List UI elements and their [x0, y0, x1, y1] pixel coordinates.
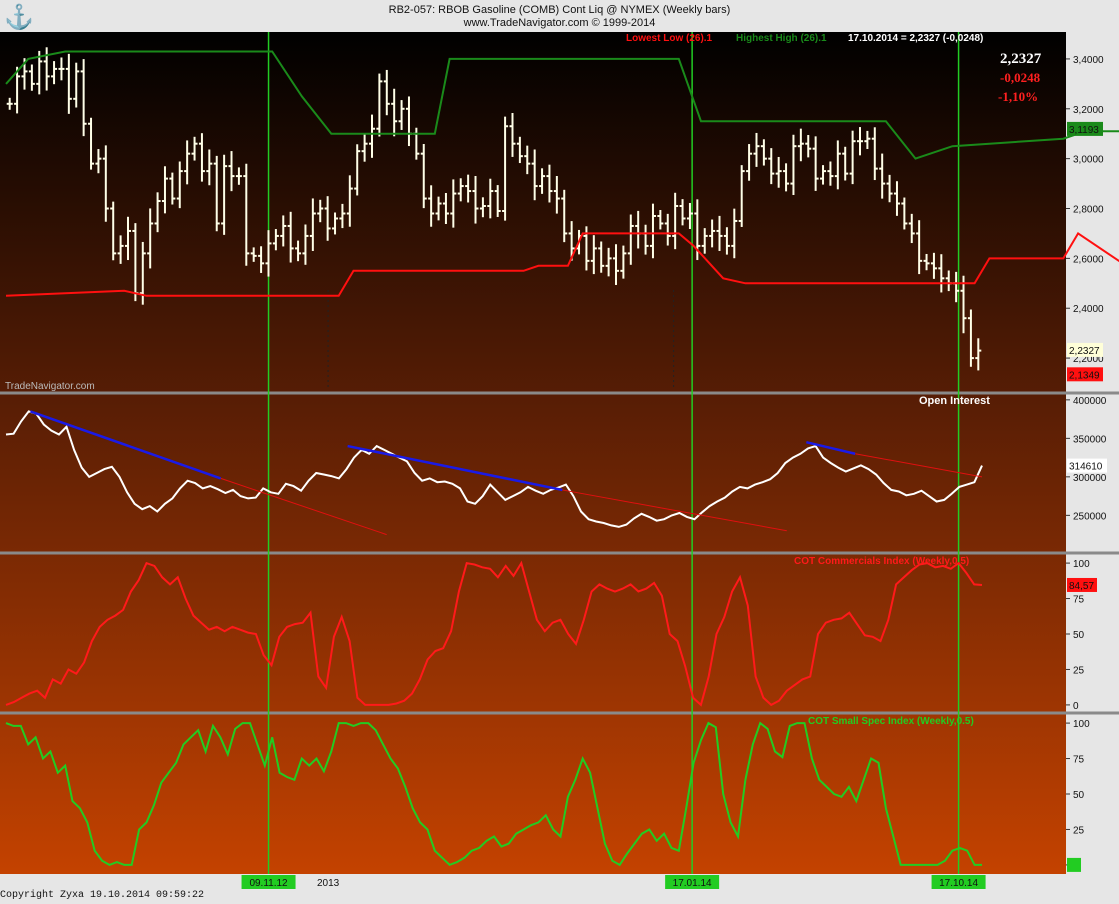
chart-svg: 3,40003,20003,00002,80002,60002,40002,20…	[0, 32, 1119, 904]
time-axis-label: 09.11.12	[249, 878, 288, 889]
cot-commercials-tick-label: 0	[1073, 701, 1079, 712]
time-axis-label: 17.10.14	[939, 878, 978, 889]
legend-highest-high: Highest High (26).1	[736, 33, 827, 44]
oi-last-tag: 314610	[1069, 462, 1103, 473]
cot-commercials-tick-label: 100	[1073, 559, 1090, 570]
cot-commercials-tick-label: 75	[1073, 595, 1085, 606]
cot-small-spec-tick-label: 50	[1073, 790, 1085, 801]
price-tick-label: 2,6000	[1073, 254, 1104, 265]
open-interest-tick-label: 400000	[1073, 396, 1107, 407]
price-tick-label: 2,4000	[1073, 304, 1104, 315]
legend-lowest-low: Lowest Low (26).1	[626, 33, 713, 44]
open-interest-tick-label: 350000	[1073, 434, 1107, 445]
cot-commercials-tick-label: 25	[1073, 665, 1085, 676]
cot-small-spec-tick-label: 25	[1073, 825, 1085, 836]
chart-window: { "header": { "title": "RB2-057: RBOB Ga…	[0, 0, 1119, 904]
time-axis-label: 2013	[317, 878, 340, 889]
plot-background	[0, 32, 1066, 874]
cot-small-spec-tick-label: 100	[1073, 719, 1090, 730]
open-interest-tick-label: 250000	[1073, 511, 1107, 522]
cot-comm-last-tag: 84,57	[1069, 581, 1094, 592]
price-tick-label: 2,8000	[1073, 205, 1104, 216]
last-price-tag: 2,2327	[1069, 346, 1100, 357]
lowest-low-tag: 2,1349	[1069, 370, 1100, 381]
cot-commercials-tick-label: 50	[1073, 630, 1085, 641]
cot-spec-last-tag-bg	[1067, 857, 1081, 872]
highest-high-tag: 3,1193	[1069, 125, 1099, 136]
price-tick-label: 3,2000	[1073, 105, 1104, 116]
legend-quote: 17.10.2014 = 2,2327 (-0,0248)	[848, 33, 983, 44]
cot-spec-title: COT Small Spec Index (Weekly,0.5)	[808, 716, 974, 727]
cot-comm-title: COT Commercials Index (Weekly,0.5)	[794, 556, 969, 567]
time-axis-label: 17.01.14	[673, 878, 712, 889]
last-change: -0,0248	[1000, 70, 1041, 85]
cot-small-spec-tick-label: 75	[1073, 755, 1085, 766]
open-interest-tick-label: 300000	[1073, 473, 1107, 484]
price-tick-label: 3,4000	[1073, 55, 1104, 66]
last-pct: -1,10%	[998, 89, 1038, 104]
footer-copyright: Copyright Zyxa 19.10.2014 09:59:22	[0, 890, 205, 901]
watermark: TradeNavigator.com	[5, 381, 95, 392]
last-price: 2,2327	[1000, 51, 1042, 67]
oi-title: Open Interest	[919, 395, 990, 407]
price-tick-label: 3,0000	[1073, 155, 1104, 166]
